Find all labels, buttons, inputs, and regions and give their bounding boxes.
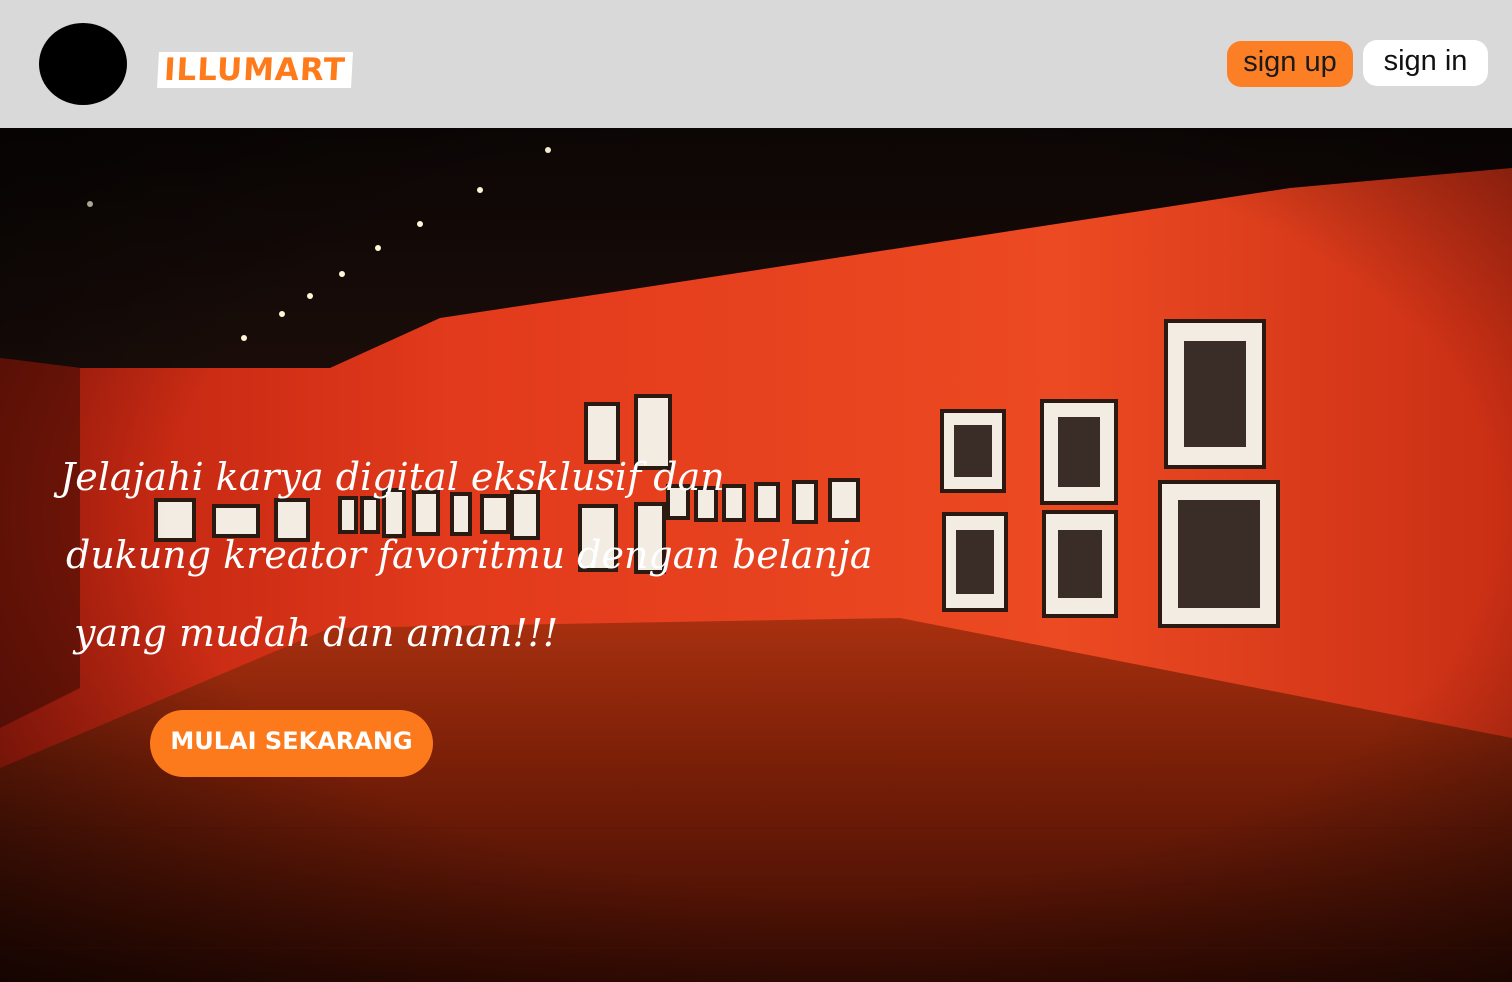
hero-tagline-line: Jelajahi karya digital eksklusif dan (60, 455, 725, 499)
hero-tagline-line: yang mudah dan aman!!! (74, 611, 559, 655)
start-now-button[interactable]: MULAI SEKARANG (150, 710, 433, 777)
hero-section: Jelajahi karya digital eksklusif dan duk… (0, 128, 1512, 982)
top-header: ILLUMART sign up sign in (0, 0, 1512, 128)
brand-logo-text[interactable]: ILLUMART (157, 52, 353, 88)
sign-in-button[interactable]: sign in (1363, 40, 1488, 86)
sign-up-button[interactable]: sign up (1227, 41, 1353, 87)
hero-tagline: Jelajahi karya digital eksklusif dan duk… (60, 438, 873, 672)
hero-tagline-line: dukung kreator favoritmu dengan belanja (66, 533, 873, 577)
landing-page: ILLUMART sign up sign in Jelajahi karya … (0, 0, 1512, 982)
logo-avatar[interactable] (39, 23, 127, 105)
